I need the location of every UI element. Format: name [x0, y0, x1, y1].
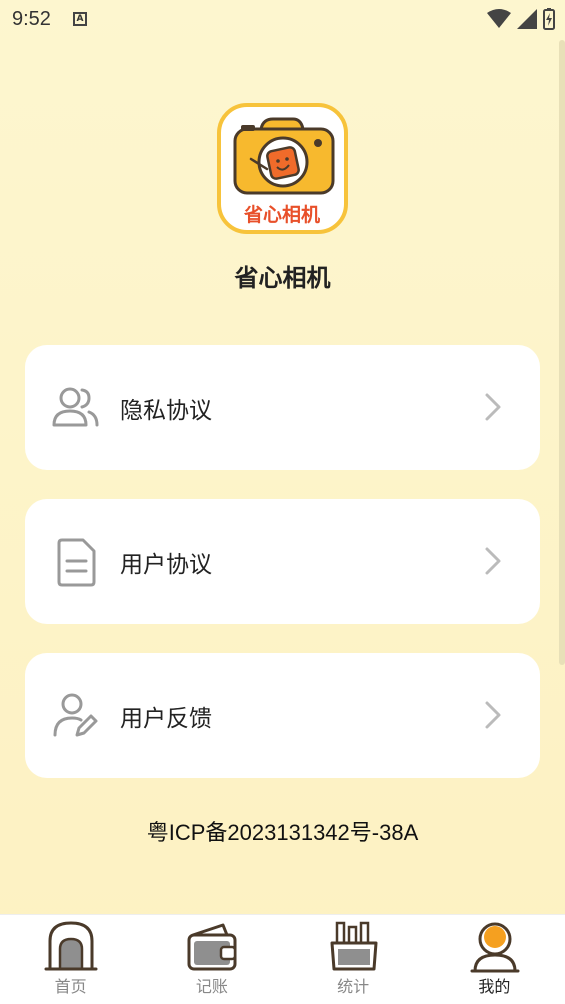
user-edit-icon — [53, 693, 98, 737]
chevron-right-icon — [485, 701, 501, 729]
app-name: 省心相机 — [234, 264, 331, 292]
icp-license: 粤ICP备2023131342号-38A — [146, 820, 419, 845]
status-bar: 9:52 A — [0, 0, 565, 38]
tab-label: 首页 — [54, 977, 87, 996]
tab-statistics[interactable]: 统计 — [283, 915, 424, 1004]
logo-text: 省心相机 — [243, 204, 320, 226]
menu-item-privacy[interactable]: 隐私协议 — [25, 345, 540, 470]
document-icon — [57, 538, 96, 587]
bottom-tab-bar: 首页 记账 统计 我的 — [0, 914, 565, 1004]
pencil-cup-icon — [330, 921, 377, 971]
menu-item-feedback[interactable]: 用户反馈 — [25, 653, 540, 778]
tab-mine[interactable]: 我的 — [424, 915, 565, 1004]
menu-item-label: 隐私协议 — [120, 397, 212, 424]
tab-label: 记账 — [195, 977, 228, 996]
tab-label: 我的 — [478, 977, 511, 996]
menu-item-user-agreement[interactable]: 用户协议 — [25, 499, 540, 624]
wifi-icon — [487, 9, 511, 28]
wallet-icon — [187, 923, 237, 971]
camera-logo-icon: 省心相机 — [233, 117, 335, 226]
tab-home[interactable]: 首页 — [0, 915, 141, 1004]
signal-icon — [517, 9, 537, 29]
app-logo: 省心相机 — [217, 103, 348, 234]
users-icon — [52, 387, 99, 427]
notification-icon: A — [72, 12, 87, 26]
status-time: 9:52 — [12, 7, 51, 30]
tab-label: 统计 — [337, 977, 370, 996]
scrollbar[interactable] — [559, 40, 565, 665]
chevron-right-icon — [485, 393, 501, 421]
tab-bookkeeping[interactable]: 记账 — [141, 915, 282, 1004]
menu-item-label: 用户协议 — [120, 551, 212, 578]
chevron-right-icon — [485, 547, 501, 575]
status-indicators — [487, 8, 555, 30]
home-door-icon — [44, 921, 98, 971]
profile-icon — [470, 922, 520, 973]
menu-item-label: 用户反馈 — [120, 705, 212, 732]
battery-icon — [543, 8, 555, 30]
